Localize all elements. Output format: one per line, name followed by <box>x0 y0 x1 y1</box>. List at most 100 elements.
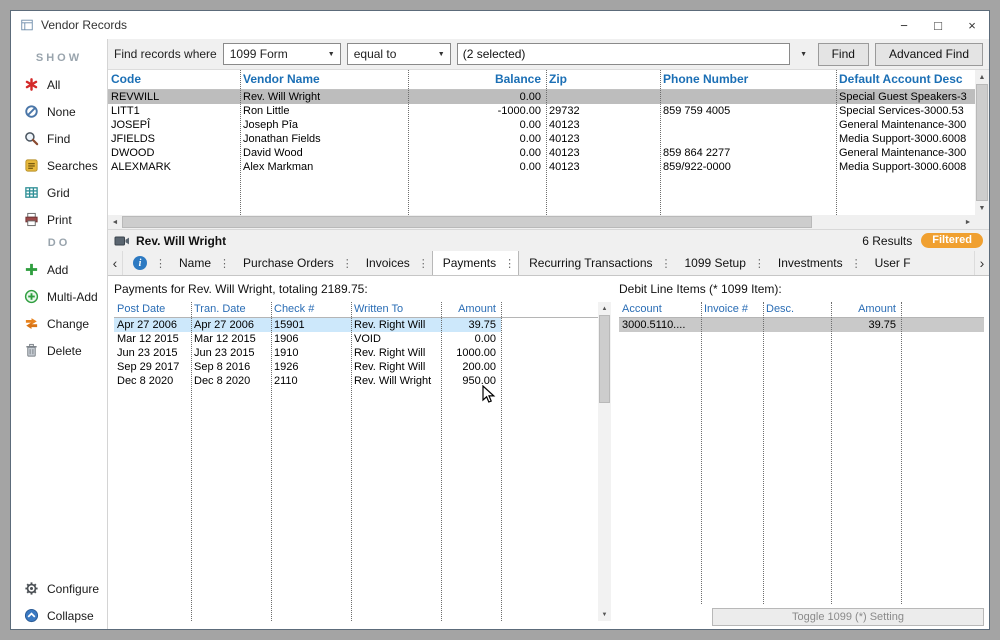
sidebar-item-all[interactable]: All <box>11 71 107 98</box>
tab-payments[interactable]: Payments ⋮ <box>432 251 519 275</box>
scroll-thumb[interactable] <box>599 315 610 403</box>
find-value-input[interactable] <box>457 43 790 65</box>
column-header-written-to[interactable]: Written To <box>351 302 441 317</box>
vendor-row[interactable]: REVWILL Rev. Will Wright 0.00 Special Gu… <box>108 90 975 104</box>
tab-invoices[interactable]: Invoices ⋮ <box>356 251 432 275</box>
sidebar-item-none[interactable]: None <box>11 98 107 125</box>
vendor-row[interactable]: DWOOD David Wood 0.00 40123 859 864 2277… <box>108 146 975 160</box>
column-header-amount[interactable]: Amount <box>831 302 901 317</box>
payment-row[interactable]: Mar 12 2015 Mar 12 2015 1906 VOID 0.00 <box>114 332 598 346</box>
field-dropdown[interactable]: 1099 Form ▼ <box>223 43 341 65</box>
cell-balance: 0.00 <box>408 146 546 160</box>
vendor-row[interactable]: LITT1 Ron Little -1000.00 29732 859 759 … <box>108 104 975 118</box>
tab-menu-dots-icon[interactable]: ⋮ <box>342 257 353 270</box>
payment-row[interactable]: Jun 23 2015 Jun 23 2015 1910 Rev. Right … <box>114 346 598 360</box>
column-header-post-date[interactable]: Post Date <box>114 302 191 317</box>
column-separator <box>701 302 702 604</box>
column-header-zip[interactable]: Zip <box>546 70 660 89</box>
tab-1099-setup[interactable]: 1099 Setup ⋮ <box>675 251 768 275</box>
vendor-row[interactable]: JFIELDS Jonathan Fields 0.00 40123 Media… <box>108 132 975 146</box>
sidebar-item-configure[interactable]: Configure <box>11 575 107 602</box>
debit-items-table: Account Invoice # Desc. Amount 3000.5110… <box>619 302 984 604</box>
column-header-vendor-name[interactable]: Vendor Name <box>240 70 408 89</box>
scroll-left-button[interactable]: ◄ <box>108 215 122 229</box>
grid-icon <box>24 185 39 200</box>
scroll-up-button[interactable]: ▲ <box>598 302 611 315</box>
tab-purchase-orders[interactable]: Purchase Orders ⋮ <box>233 251 356 275</box>
sidebar-item-find[interactable]: Find <box>11 125 107 152</box>
tab-menu-dots-icon[interactable]: ⋮ <box>155 257 166 270</box>
tab-recurring-transactions[interactable]: Recurring Transactions ⋮ <box>519 251 674 275</box>
tab-menu-dots-icon[interactable]: ⋮ <box>754 257 765 270</box>
cell-amount: 1000.00 <box>441 346 501 360</box>
tab-user-fields[interactable]: User F <box>865 251 914 275</box>
vendor-horizontal-scrollbar: ◄ ► <box>108 215 975 229</box>
payment-row[interactable]: Sep 29 2017 Sep 8 2016 1926 Rev. Right W… <box>114 360 598 374</box>
cell-post-date: Mar 12 2015 <box>114 332 191 346</box>
value-dropdown-button[interactable]: ▼ <box>796 51 812 58</box>
column-header-account[interactable]: Account <box>619 302 701 317</box>
window-controls: − □ × <box>887 11 989 39</box>
sidebar-item-delete[interactable]: Delete <box>11 337 107 364</box>
cell-post-date: Jun 23 2015 <box>114 346 191 360</box>
tab-menu-dots-icon[interactable]: ⋮ <box>851 257 862 270</box>
sidebar-item-print[interactable]: Print <box>11 206 107 233</box>
scroll-thumb[interactable] <box>122 216 812 228</box>
tabs-scroll-left-button[interactable]: ‹ <box>108 251 123 275</box>
cell-account: General Maintenance-300 <box>836 146 975 160</box>
column-header-balance[interactable]: Balance <box>408 70 546 89</box>
minimize-button[interactable]: − <box>887 11 921 39</box>
column-header-check[interactable]: Check # <box>271 302 351 317</box>
sidebar-item-searches[interactable]: Searches <box>11 152 107 179</box>
tab-investments[interactable]: Investments ⋮ <box>768 251 865 275</box>
vendor-row[interactable]: ALEXMARK Alex Markman 0.00 40123 859/922… <box>108 160 975 174</box>
close-button[interactable]: × <box>955 11 989 39</box>
tab-info[interactable]: i ⋮ <box>123 251 169 275</box>
advanced-find-button[interactable]: Advanced Find <box>875 43 983 66</box>
status-bar: Rev. Will Wright 6 Results Filtered <box>108 229 989 251</box>
debit-row[interactable]: 3000.5110.... 39.75 <box>619 318 984 332</box>
payment-row[interactable]: Apr 27 2006 Apr 27 2006 15901 Rev. Right… <box>114 318 598 332</box>
sidebar-item-add[interactable]: Add <box>11 256 107 283</box>
scroll-down-button[interactable]: ▼ <box>598 608 611 621</box>
cell-phone: 859/922-0000 <box>660 160 836 174</box>
cell-code: ALEXMARK <box>108 160 240 174</box>
maximize-button[interactable]: □ <box>921 11 955 39</box>
column-header-desc[interactable]: Desc. <box>763 302 831 317</box>
scroll-up-button[interactable]: ▲ <box>975 70 989 84</box>
payments-table-header: Post Date Tran. Date Check # Written To … <box>114 302 598 318</box>
sidebar-item-grid[interactable]: Grid <box>11 179 107 206</box>
scroll-thumb[interactable] <box>976 84 988 201</box>
cell-amount: 39.75 <box>831 318 901 332</box>
filtered-badge[interactable]: Filtered <box>921 233 983 248</box>
sidebar-item-collapse[interactable]: Collapse <box>11 602 107 629</box>
toggle-1099-button[interactable]: Toggle 1099 (*) Setting <box>712 608 984 626</box>
column-header-invoice[interactable]: Invoice # <box>701 302 763 317</box>
tab-menu-dots-icon[interactable]: ⋮ <box>219 257 230 270</box>
sidebar-item-multi-add[interactable]: Multi-Add <box>11 283 107 310</box>
column-header-phone[interactable]: Phone Number <box>660 70 836 89</box>
tab-menu-dots-icon[interactable]: ⋮ <box>418 257 429 270</box>
cell-phone <box>660 90 836 104</box>
cell-code: JFIELDS <box>108 132 240 146</box>
column-header-code[interactable]: Code <box>108 70 240 89</box>
operator-dropdown[interactable]: equal to ▼ <box>347 43 451 65</box>
column-header-tran-date[interactable]: Tran. Date <box>191 302 271 317</box>
sidebar-item-label: Grid <box>47 186 70 200</box>
find-button[interactable]: Find <box>818 43 869 66</box>
column-header-amount[interactable]: Amount <box>441 302 501 317</box>
scroll-down-button[interactable]: ▼ <box>975 201 989 215</box>
tab-menu-dots-icon[interactable]: ⋮ <box>661 257 672 270</box>
scroll-right-button[interactable]: ► <box>961 215 975 229</box>
tab-menu-dots-icon[interactable]: ⋮ <box>504 257 515 270</box>
vendor-row[interactable]: JOSEPÎ Joseph Pîa 0.00 40123 General Mai… <box>108 118 975 132</box>
tab-label: Name <box>179 256 211 270</box>
vendor-table: Code Vendor Name Balance Zip Phone Numbe… <box>108 70 975 215</box>
column-header-default-account[interactable]: Default Account Desc <box>836 70 975 89</box>
tabs-scroll-right-button[interactable]: › <box>974 251 989 275</box>
sidebar-item-change[interactable]: Change <box>11 310 107 337</box>
tab-name[interactable]: Name ⋮ <box>169 251 233 275</box>
payment-row[interactable]: Dec 8 2020 Dec 8 2020 2110 Rev. Will Wri… <box>114 374 598 388</box>
payments-summary-label: Payments for Rev. Will Wright, totaling … <box>114 281 611 297</box>
cell-name: David Wood <box>240 146 408 160</box>
